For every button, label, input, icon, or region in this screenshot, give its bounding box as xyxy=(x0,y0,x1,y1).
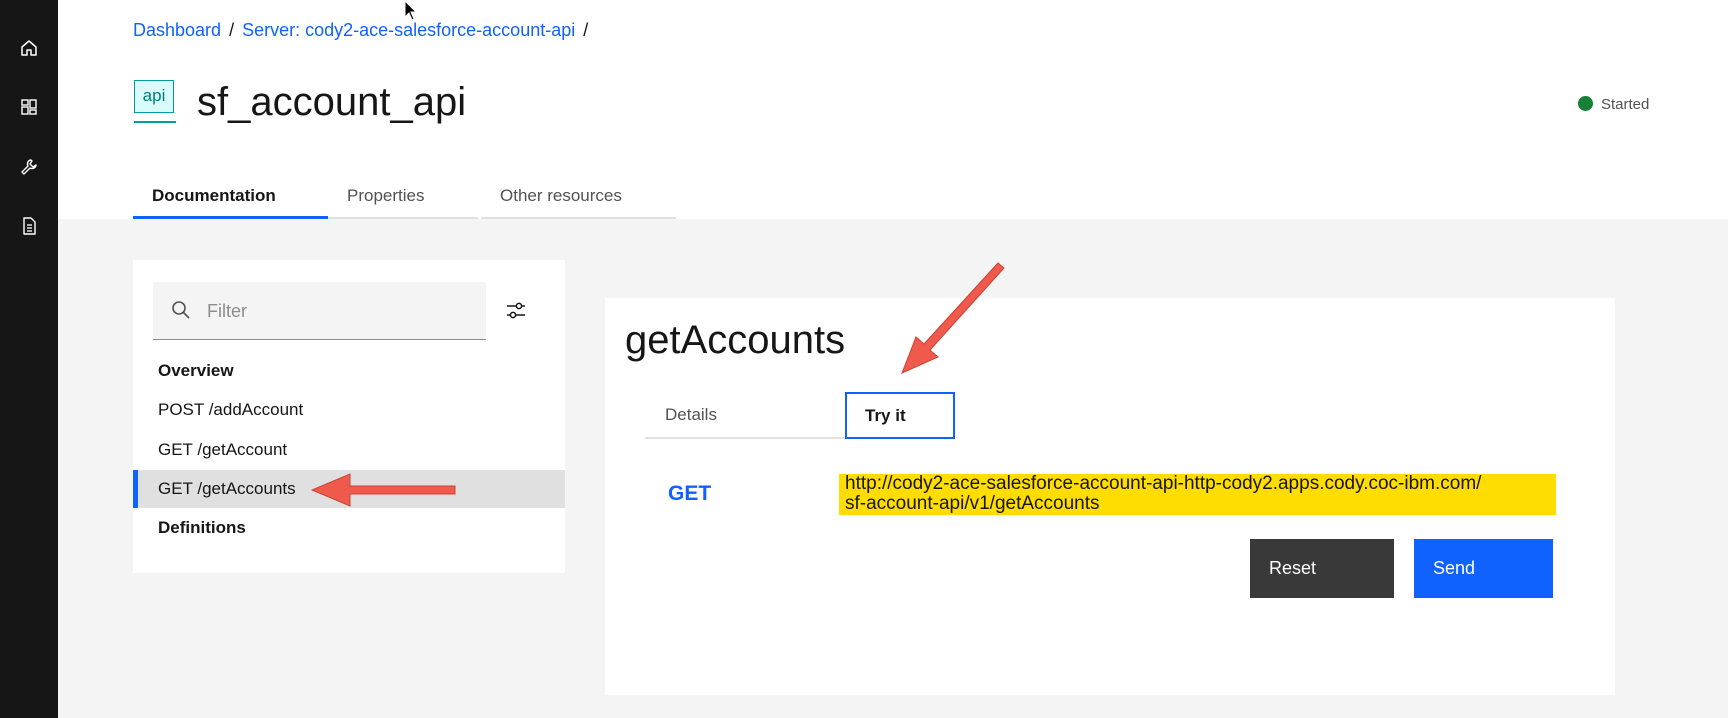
api-icon: api xyxy=(134,80,176,125)
send-button[interactable]: Send xyxy=(1414,539,1553,598)
tools-icon[interactable] xyxy=(19,157,39,177)
operation-panel: getAccounts Details Try it GET http://co… xyxy=(605,298,1615,695)
breadcrumb-server-link[interactable]: Server: cody2-ace-salesforce-account-api xyxy=(242,20,575,40)
nav-item-get-getaccount[interactable]: GET /getAccount xyxy=(133,431,565,469)
filter-field xyxy=(153,282,486,340)
nav-item-post-addaccount[interactable]: POST /addAccount xyxy=(133,391,565,429)
home-icon[interactable] xyxy=(19,38,39,58)
page-title: sf_account_api xyxy=(197,80,467,124)
endpoint-url-line2: sf-account-api/v1/getAccounts xyxy=(845,493,1100,514)
search-icon xyxy=(172,301,190,319)
status-dot-icon xyxy=(1578,96,1593,111)
tab-documentation[interactable]: Documentation xyxy=(133,178,328,219)
tab-try-it[interactable]: Try it xyxy=(845,392,955,439)
breadcrumb-dashboard-link[interactable]: Dashboard xyxy=(133,20,221,40)
nav-item-get-getaccounts[interactable]: GET /getAccounts xyxy=(133,470,565,508)
mouse-cursor-icon xyxy=(404,0,418,21)
nav-item-overview[interactable]: Overview xyxy=(133,352,565,390)
tab-details[interactable]: Details xyxy=(645,392,845,439)
endpoint-url-line1: http://cody2-ace-salesforce-account-api-… xyxy=(845,473,1482,494)
status-label: Started xyxy=(1601,96,1650,113)
breadcrumb-separator: / xyxy=(229,20,235,40)
operations-nav: Overview POST /addAccount GET /getAccoun… xyxy=(133,260,565,573)
status-badge: Started xyxy=(1578,96,1649,113)
tab-other-resources[interactable]: Other resources xyxy=(481,178,676,219)
breadcrumb: Dashboard / Server: cody2-ace-salesforce-a… xyxy=(133,20,596,41)
http-method: GET xyxy=(668,482,712,505)
operation-title: getAccounts xyxy=(625,318,846,362)
api-icon-label: api xyxy=(134,80,174,113)
reset-button[interactable]: Reset xyxy=(1250,539,1394,598)
endpoint-url: http://cody2-ace-salesforce-account-api-… xyxy=(839,474,1556,515)
left-rail xyxy=(0,0,58,718)
nav-item-definitions[interactable]: Definitions xyxy=(133,509,565,547)
filter-settings-icon[interactable] xyxy=(505,300,527,322)
breadcrumb-separator: / xyxy=(583,20,589,40)
tab-properties[interactable]: Properties xyxy=(328,178,478,219)
document-icon[interactable] xyxy=(19,216,39,236)
filter-input[interactable] xyxy=(205,282,479,340)
dashboard-icon[interactable] xyxy=(19,97,39,117)
